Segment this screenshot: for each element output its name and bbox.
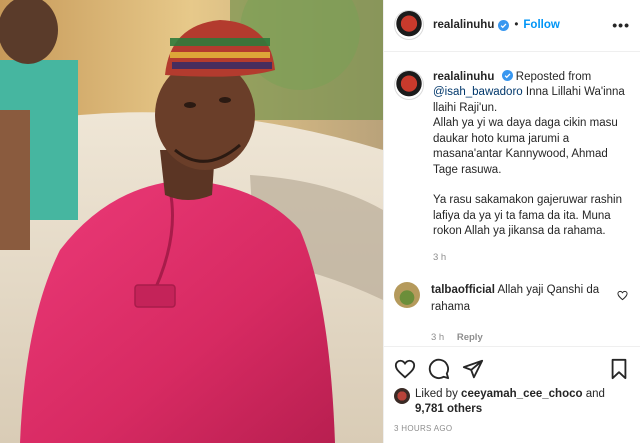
likes-text: Liked by ceeyamah_cee_choco and 9,781 ot… <box>415 387 605 417</box>
post-photo[interactable] <box>0 0 383 443</box>
actions-bar: Liked by ceeyamah_cee_choco and 9,781 ot… <box>384 346 640 443</box>
likes-count[interactable]: 9,781 others <box>415 403 482 415</box>
caption-paragraph-2: Allah ya yi wa daya daga cikin masu dauk… <box>433 117 618 176</box>
likes-summary: Liked by ceeyamah_cee_choco and 9,781 ot… <box>394 387 630 417</box>
likes-and: and <box>585 388 605 401</box>
comment-timestamp[interactable]: 3 h <box>431 332 444 343</box>
mention-link[interactable]: @isah_bawadoro <box>433 86 523 98</box>
likes-prefix: Liked by <box>415 388 458 401</box>
separator-dot: • <box>514 19 519 32</box>
share-paper-plane-icon[interactable] <box>462 358 484 380</box>
author-avatar[interactable] <box>394 10 424 41</box>
comment-like-heart-icon[interactable] <box>617 290 628 301</box>
action-icons <box>394 355 630 383</box>
post-sidebar: realalinuhu • Follow ••• realalinuhu Rep… <box>383 0 640 443</box>
reply-button[interactable]: Reply <box>457 332 483 343</box>
liker-avatar[interactable] <box>394 388 410 405</box>
caption-username[interactable]: realalinuhu <box>433 71 494 83</box>
more-options-icon[interactable]: ••• <box>612 17 630 33</box>
commenter-username[interactable]: talbaofficial <box>431 284 495 296</box>
caption-timestamp[interactable]: 3 h <box>433 250 628 266</box>
caption: realalinuhu Reposted from @isah_bawadoro… <box>394 69 628 266</box>
like-heart-icon[interactable] <box>394 358 416 380</box>
caption-paragraph-3: Ya rasu sakamakon gajeruwar rashin lafiy… <box>433 194 622 238</box>
comment-bubble-icon[interactable] <box>428 358 450 380</box>
follow-button[interactable]: Follow <box>523 19 559 31</box>
caption-body: realalinuhu Reposted from @isah_bawadoro… <box>433 69 628 266</box>
instagram-post: realalinuhu • Follow ••• realalinuhu Rep… <box>0 0 640 443</box>
liker-username[interactable]: ceeyamah_cee_choco <box>461 388 582 400</box>
post-header: realalinuhu • Follow ••• <box>384 0 640 52</box>
comment: talbaofficial Allah yaji Qanshi da raham… <box>394 282 628 346</box>
commenter-avatar[interactable] <box>394 282 420 309</box>
verified-badge-icon <box>498 19 510 31</box>
bookmark-icon[interactable] <box>608 358 630 380</box>
comments-section: realalinuhu Reposted from @isah_bawadoro… <box>384 52 640 346</box>
verified-badge-icon <box>501 69 513 81</box>
comment-body: talbaofficial Allah yaji Qanshi da raham… <box>431 282 617 346</box>
comment-meta: 3 h Reply <box>431 329 617 346</box>
repost-prefix: Reposted from <box>515 70 592 83</box>
post-time-ago[interactable]: 3 HOURS AGO <box>394 424 630 433</box>
caption-author-avatar[interactable] <box>394 69 424 100</box>
post-image <box>0 0 383 443</box>
author-username[interactable]: realalinuhu <box>433 19 494 31</box>
